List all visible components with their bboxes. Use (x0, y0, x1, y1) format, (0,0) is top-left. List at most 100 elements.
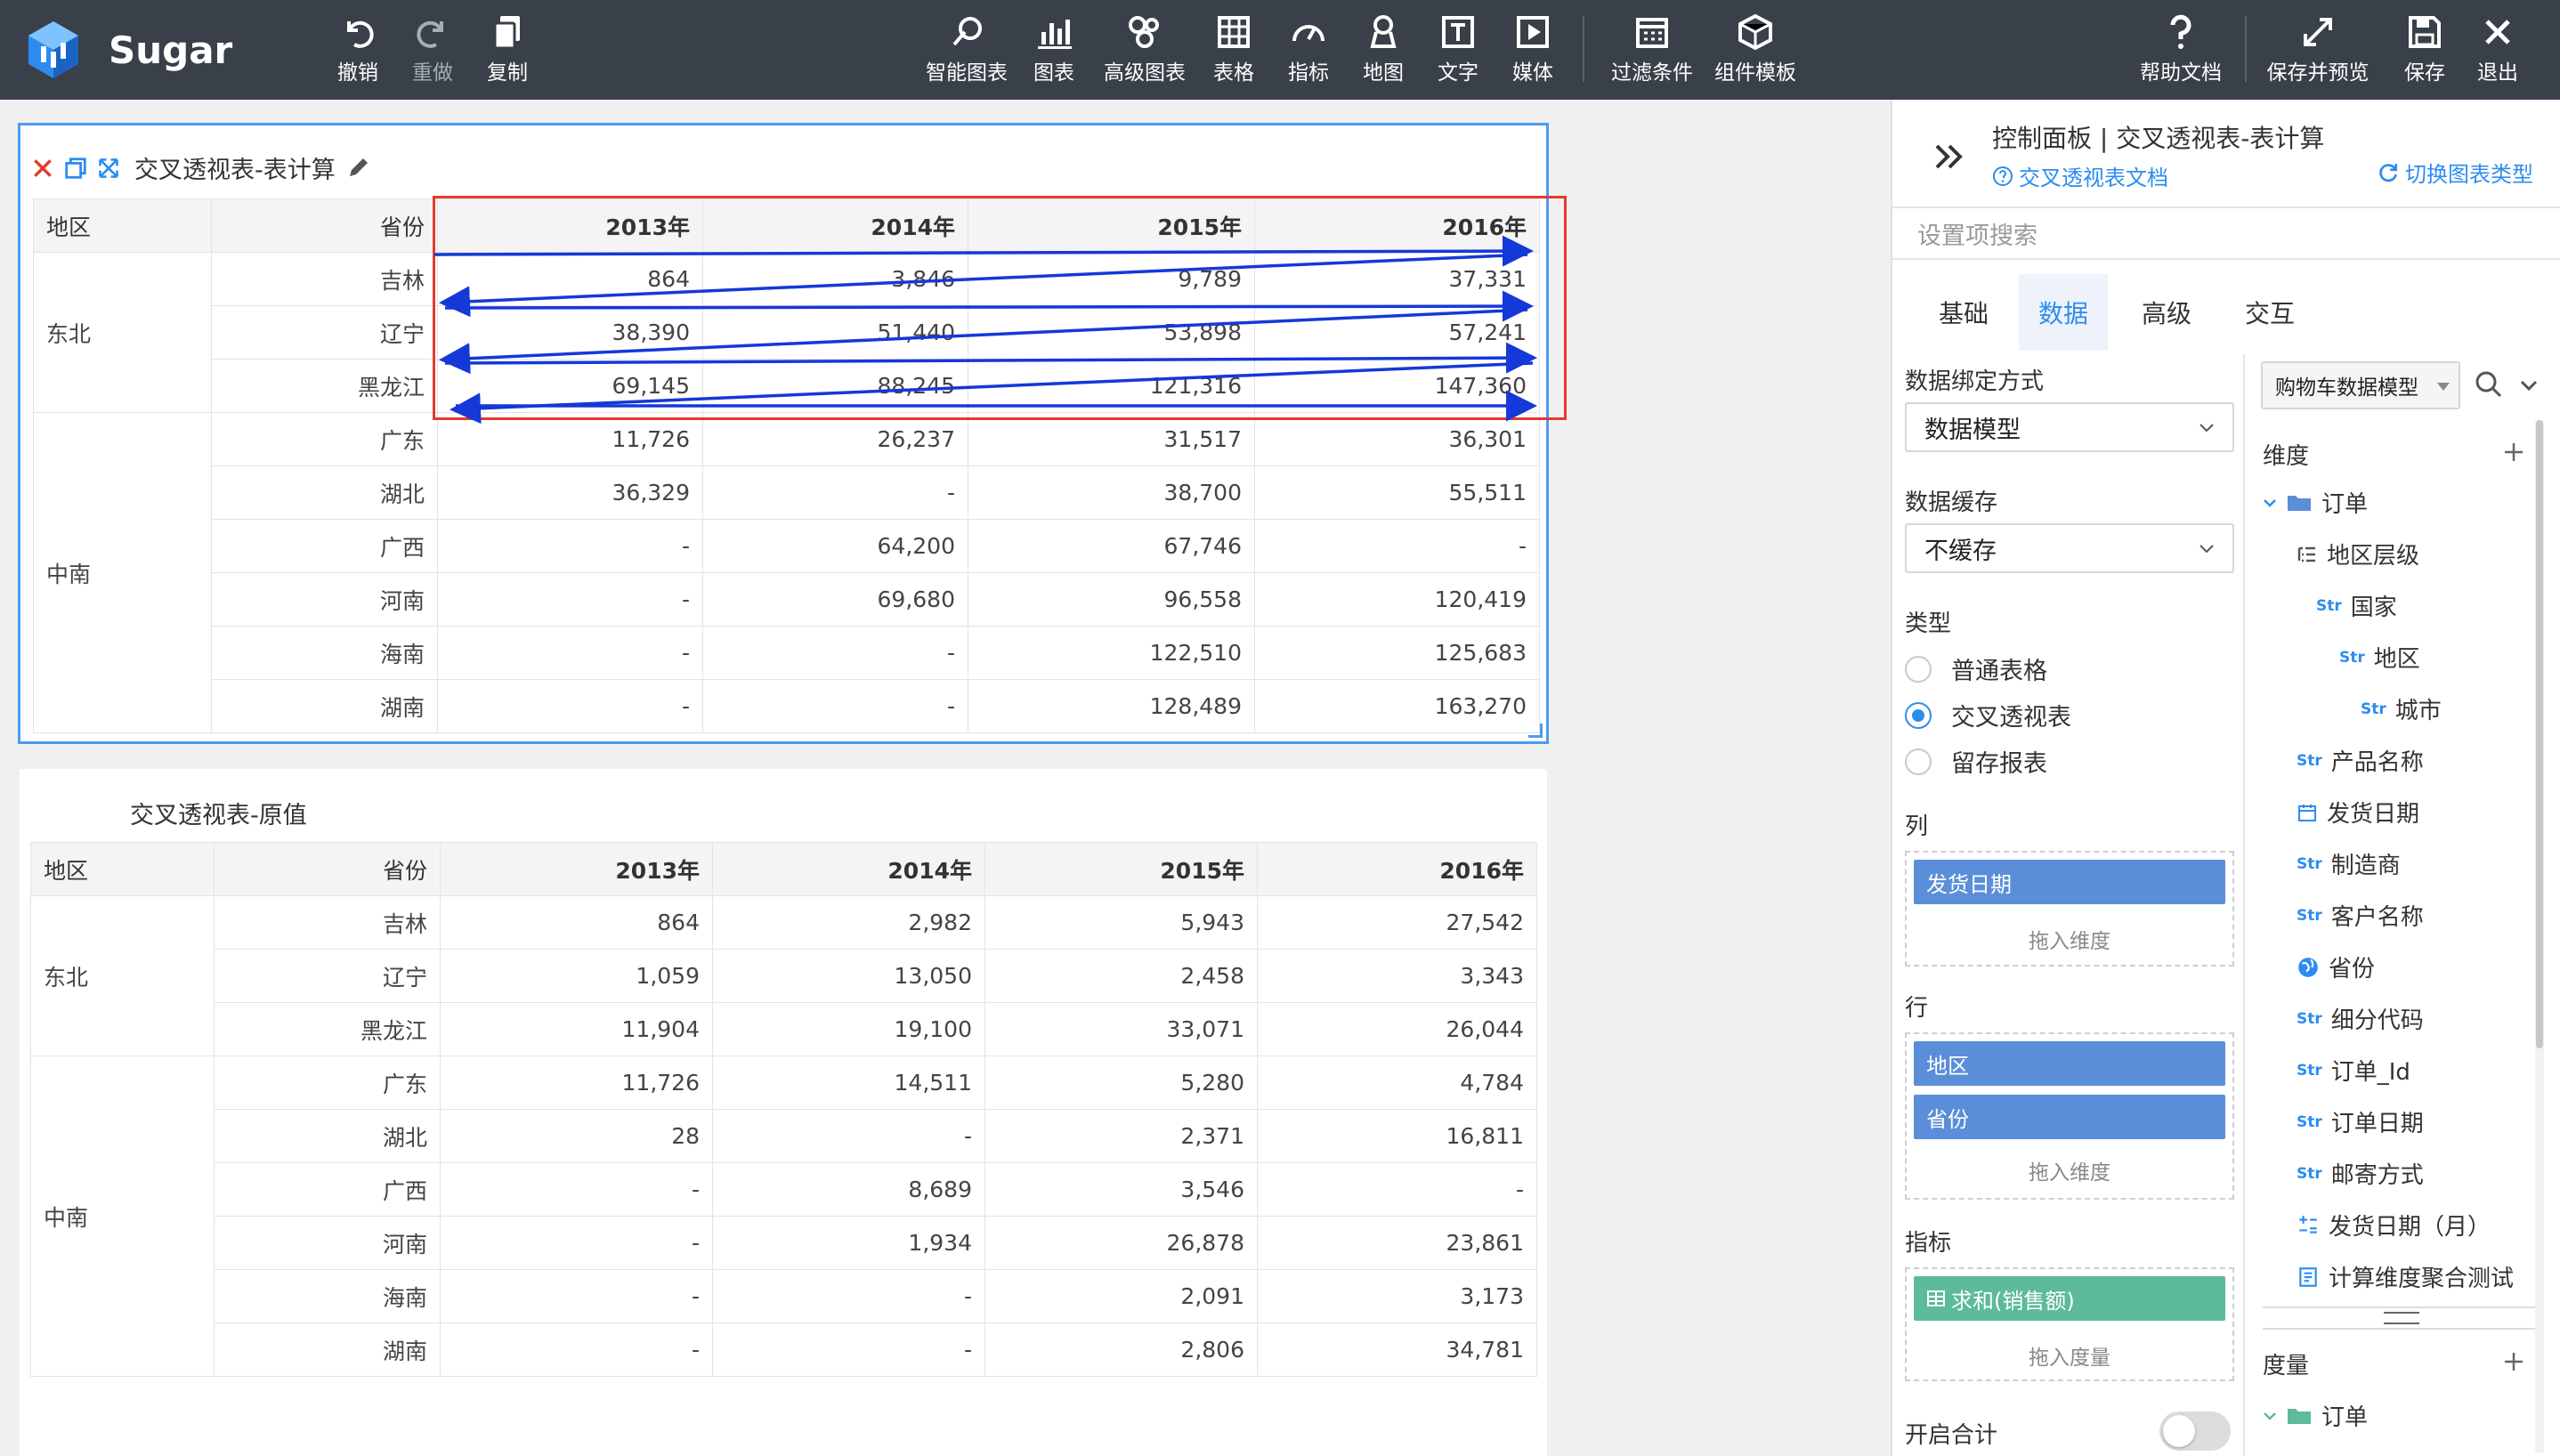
indicator-button[interactable]: 指标 (1266, 12, 1351, 91)
advanced-chart-button[interactable]: 高级图表 (1100, 12, 1189, 91)
measure-chip-sum-sales[interactable]: 求和(销售额) (1914, 1276, 2225, 1321)
table-header-row: 地区 省份 2013年 2014年 2015年 2016年 (33, 198, 1540, 253)
undo-button[interactable]: 撤销 (315, 12, 401, 91)
copy-button[interactable]: 复制 (465, 12, 550, 91)
template-button[interactable]: 组件模板 (1711, 12, 1800, 91)
column-header[interactable]: 2016年 (1257, 842, 1537, 896)
column-chip-ship-date[interactable]: 发货日期 (1914, 860, 2225, 904)
row-chip-region[interactable]: 地区 (1914, 1041, 2225, 1086)
help-button[interactable]: 帮助文档 (2136, 12, 2225, 91)
binding-select[interactable]: 数据模型 (1905, 402, 2234, 452)
province-cell: 辽宁 (214, 949, 441, 1003)
calculated-field-icon (2299, 1215, 2317, 1234)
column-header[interactable]: 2015年 (968, 198, 1255, 253)
value-cell: 120,419 (1254, 572, 1540, 627)
string-type-icon: Str (2297, 751, 2322, 770)
column-header[interactable]: 2013年 (440, 842, 713, 896)
tree-item[interactable]: Str 地区 (2339, 641, 2420, 674)
value-cell: 11,904 (440, 1002, 713, 1056)
column-header[interactable]: 2014年 (702, 198, 968, 253)
search-icon[interactable] (2475, 370, 2503, 399)
pivot-table: 地区 省份 2013年 2014年 2015年 2016年 东北 吉林 864 2,982 5,9… (30, 842, 1537, 1377)
exit-button[interactable]: 退出 (2455, 12, 2540, 91)
text-button[interactable]: 文字 (1415, 12, 1501, 91)
tree-item[interactable]: 省份 (2297, 950, 2375, 983)
media-button[interactable]: 媒体 (1490, 12, 1576, 91)
tree-item[interactable]: Str 细分代码 (2297, 1002, 2424, 1035)
panel-divider (2243, 354, 2245, 1456)
column-header[interactable]: 2013年 (437, 198, 703, 253)
duplicate-icon[interactable] (63, 156, 88, 181)
chevron-down-icon[interactable] (2519, 376, 2539, 395)
column-header[interactable]: 地区 (33, 198, 212, 253)
tree-item[interactable]: Str 客户名称 (2297, 899, 2424, 932)
radio-retention-report[interactable]: 留存报表 (1905, 744, 2047, 779)
column-header[interactable]: 省份 (214, 842, 441, 896)
resize-handle[interactable] (1528, 724, 1543, 738)
smart-chart-button[interactable]: 智能图表 (922, 12, 1011, 91)
column-header[interactable]: 2016年 (1254, 198, 1540, 253)
filter-button[interactable]: 过滤条件 (1608, 12, 1697, 91)
data-model-select[interactable]: 购物车数据模型 (2261, 361, 2460, 409)
column-header[interactable]: 2015年 (984, 842, 1258, 896)
pivot-widget-raw-values[interactable]: 交叉透视表-原值 地区 省份 2013年 2014年 2015年 2016年 东北 吉林 86… (20, 769, 1547, 1456)
add-dimension-icon[interactable] (2503, 441, 2524, 463)
column-header[interactable]: 2014年 (712, 842, 985, 896)
value-cell: 864 (437, 252, 703, 306)
measures-label: 指标 (1905, 1230, 1952, 1257)
delete-icon[interactable] (31, 157, 54, 180)
tree-item[interactable]: Str 订单_Id (2297, 1054, 2410, 1087)
tree-item[interactable]: Str 邮寄方式 (2297, 1157, 2424, 1190)
value-cell: - (712, 1109, 985, 1163)
table-row: 辽宁 1,059 13,050 2,458 3,343 (31, 949, 1537, 1003)
tree-item[interactable]: 发货日期（月） (2297, 1209, 2491, 1242)
tree-item[interactable]: Str 城市 (2361, 692, 2442, 725)
tree-item[interactable]: 地区层级 (2297, 538, 2419, 570)
tab-advanced[interactable]: 高级 (2118, 274, 2215, 351)
tree-item[interactable]: 订单 (2263, 486, 2368, 519)
edit-pencil-icon[interactable] (344, 155, 371, 182)
tree-item[interactable]: Str 制造商 (2297, 847, 2401, 880)
binding-label: 数据绑定方式 (1905, 368, 2045, 395)
column-header[interactable]: 省份 (211, 198, 438, 253)
tree-item[interactable]: 计算维度聚合测试 (2297, 1260, 2514, 1293)
tree-item[interactable]: 发货日期 (2297, 796, 2419, 829)
columns-drop-zone[interactable]: 发货日期 拖入维度 (1905, 851, 2234, 967)
value-cell: 37,331 (1254, 252, 1540, 306)
radio-normal-table[interactable]: 普通表格 (1905, 651, 2047, 686)
tree-item[interactable]: Str 产品名称 (2297, 744, 2424, 777)
tree-item[interactable]: Str 国家 (2316, 589, 2397, 622)
tree-item[interactable]: 订单 (2263, 1399, 2368, 1432)
collapse-panel-icon[interactable] (1932, 139, 1967, 174)
value-cell: 3,343 (1257, 949, 1537, 1003)
table-row: 中南 广东 11,726 26,237 31,517 36,301 (33, 412, 1540, 733)
measures-drop-zone[interactable]: 求和(销售额) 拖入度量 (1905, 1267, 2234, 1381)
row-chip-province[interactable]: 省份 (1914, 1095, 2225, 1139)
rows-drop-zone[interactable]: 地区 省份 拖入维度 (1905, 1032, 2234, 1200)
value-cell: 96,558 (968, 572, 1255, 627)
scrollbar[interactable] (2535, 420, 2544, 1452)
section-resizer[interactable] (2263, 1306, 2540, 1330)
tab-data[interactable]: 数据 (2019, 274, 2108, 351)
table-button[interactable]: 表格 (1191, 12, 1276, 91)
fullscreen-icon[interactable] (97, 157, 120, 180)
pivot-widget-table-calc[interactable]: 交叉透视表-表计算 地区 省份 2013年 2014年 2015年 2016年 东北 吉林 8… (18, 123, 1549, 744)
radio-pivot-table[interactable]: 交叉透视表 (1905, 698, 2071, 732)
chart-button[interactable]: 图表 (1011, 12, 1097, 91)
advanced-chart-icon (1129, 16, 1159, 48)
tree-item[interactable]: Str 订单日期 (2297, 1105, 2424, 1138)
tab-interaction[interactable]: 交互 (2227, 274, 2313, 351)
cache-select[interactable]: 不缓存 (1905, 523, 2234, 573)
switch-chart-type-link[interactable]: 切换图表类型 (2377, 157, 2533, 188)
doc-link[interactable]: 交叉透视表文档 (1992, 160, 2168, 191)
map-button[interactable]: 地图 (1341, 12, 1426, 91)
column-header[interactable]: 地区 (30, 842, 215, 896)
total-toggle[interactable] (2159, 1412, 2231, 1451)
redo-button[interactable]: 重做 (390, 12, 475, 91)
hierarchy-icon (2297, 546, 2315, 562)
save-preview-button[interactable]: 保存并预览 (2266, 12, 2370, 91)
scrollbar-thumb[interactable] (2536, 420, 2543, 1048)
add-measure-icon[interactable] (2503, 1351, 2524, 1372)
tab-basic[interactable]: 基础 (1910, 274, 2017, 351)
settings-search-input[interactable]: 设置项搜索 (1892, 206, 2560, 260)
